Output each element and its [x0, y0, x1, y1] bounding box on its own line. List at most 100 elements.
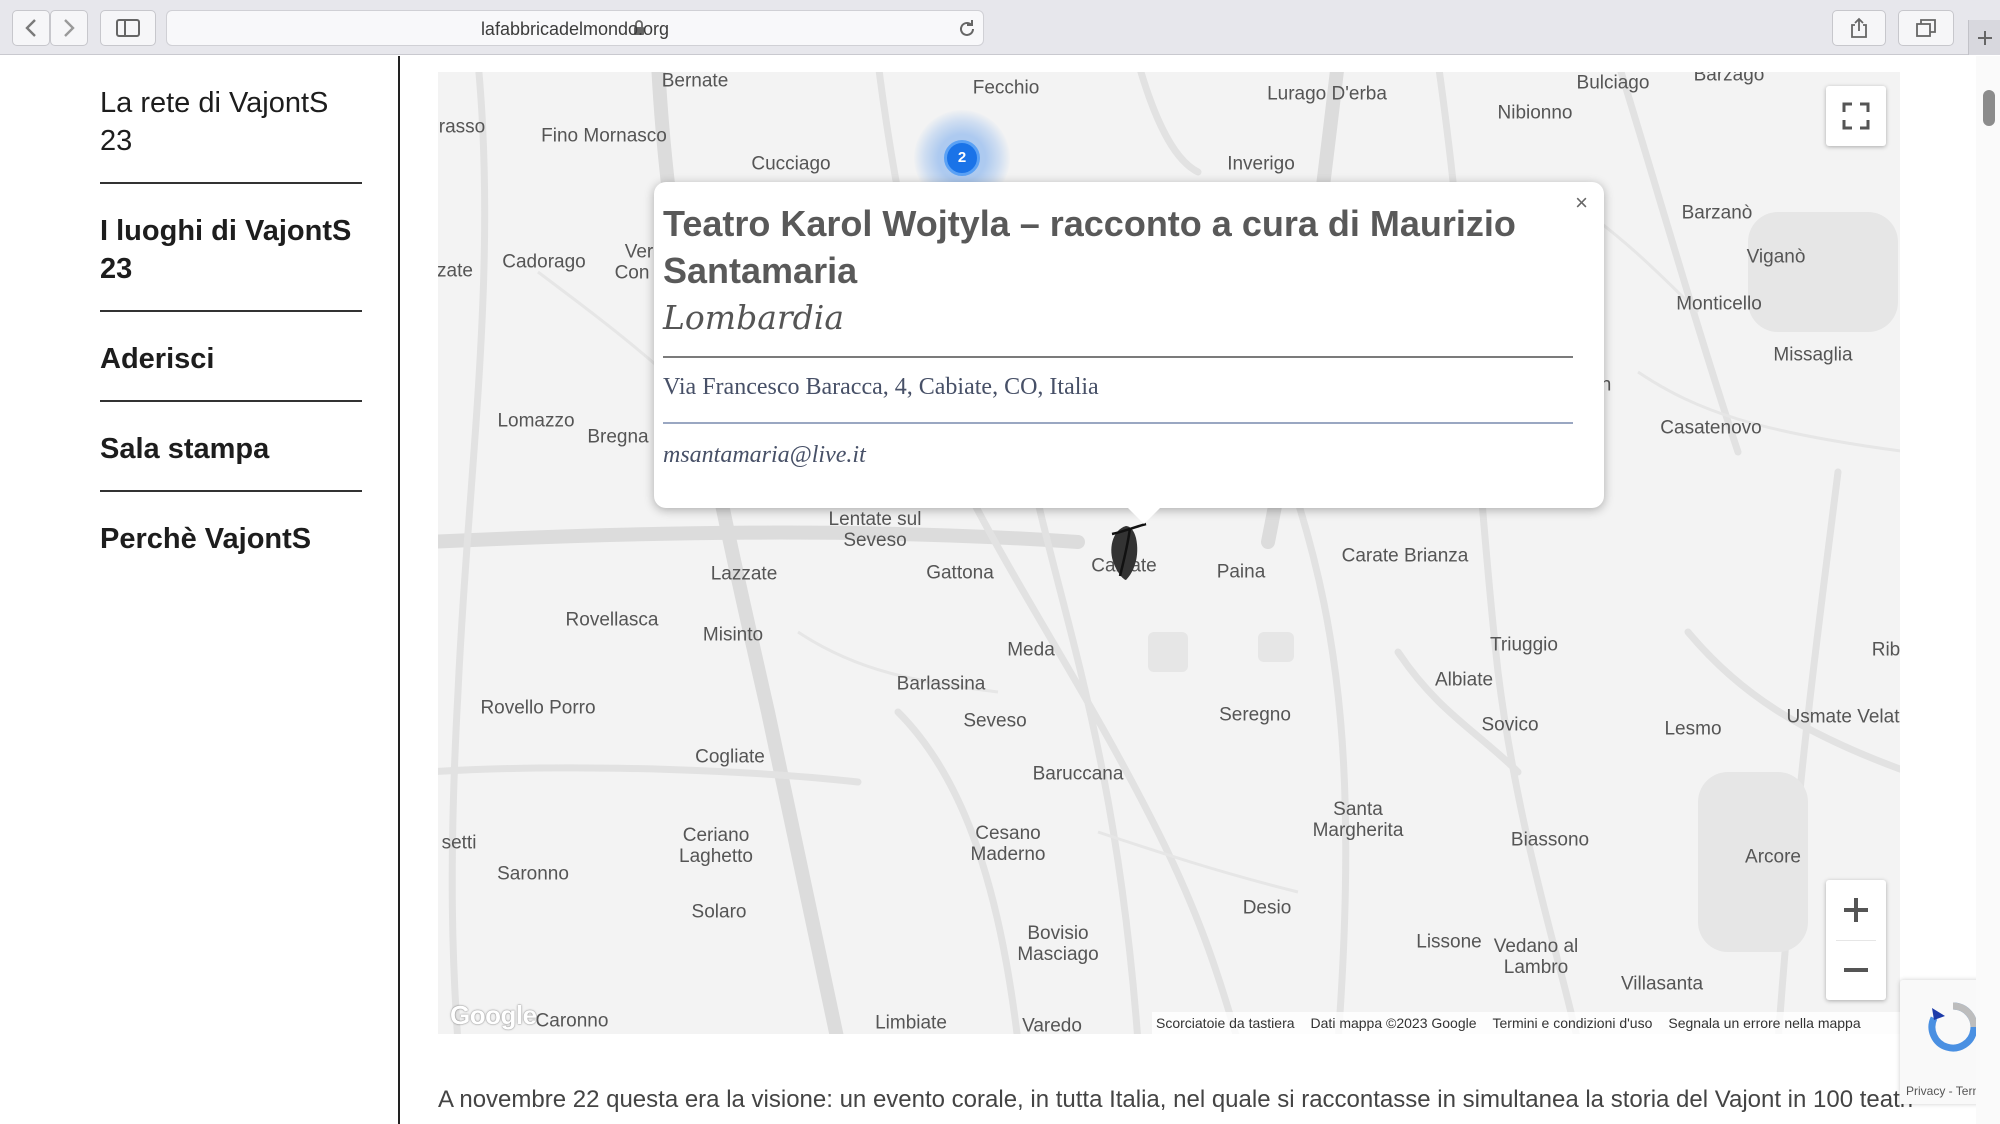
- map-place-label: Bernate: [661, 72, 729, 92]
- map-place-label: Biassono: [1510, 829, 1590, 851]
- plus-icon: [1977, 30, 1992, 45]
- page-scrollbar[interactable]: [1976, 56, 2000, 1124]
- map-place-label: Cogliate: [695, 746, 765, 768]
- map-place-label: Rovellasca: [565, 609, 659, 631]
- map-place-label: Barzanò: [1681, 202, 1753, 224]
- map-place-label: Barzago: [1693, 72, 1765, 86]
- map-place-label: Usmate Velat: [1786, 706, 1900, 728]
- map-place-label: Seveso: [963, 710, 1027, 732]
- map-place-label: Lazzate: [710, 563, 778, 585]
- back-button[interactable]: [12, 10, 50, 46]
- zoom-in-button[interactable]: [1826, 880, 1886, 940]
- map-place-label: Carate Brianza: [1341, 545, 1469, 567]
- map-place-label: Meda: [1007, 639, 1055, 661]
- sidebar-item-rete[interactable]: La rete di VajontS 23: [100, 56, 362, 184]
- sidebar-item-label: Sala stampa: [100, 433, 270, 465]
- map-place-label: Con: [614, 262, 650, 284]
- map-place-label: Nibionno: [1497, 102, 1573, 124]
- map-place-label: Lomazzo: [497, 410, 575, 432]
- sidebar-item-label: Aderisci: [100, 343, 215, 375]
- map-place-label: Cadorago: [502, 251, 586, 273]
- share-button[interactable]: [1832, 10, 1886, 46]
- sidebar-item-perche[interactable]: Perchè VajontS: [100, 492, 362, 580]
- scrollbar-thumb[interactable]: [1983, 90, 1995, 126]
- map-place-label: Viganò: [1746, 246, 1806, 268]
- map-place-label: Albiate: [1434, 669, 1494, 691]
- sidebar-item-aderisci[interactable]: Aderisci: [100, 312, 362, 402]
- sidebar-icon: [116, 19, 140, 37]
- zoom-out-button[interactable]: [1826, 940, 1886, 1000]
- plus-icon: [1844, 898, 1868, 922]
- sidebar-item-luoghi[interactable]: I luoghi di VajontS 23: [100, 184, 362, 312]
- map-place-label: setti: [441, 832, 477, 854]
- fullscreen-icon: [1842, 102, 1870, 130]
- zoom-separator: [1836, 940, 1876, 941]
- map-place-label: Inverigo: [1227, 153, 1295, 175]
- map-place-label: Vedano al Lambro: [1493, 936, 1579, 978]
- map-place-label: Monticello: [1676, 293, 1762, 315]
- sidebar-item-label: Perchè VajontS: [100, 523, 312, 555]
- map-pin-icon[interactable]: [1102, 520, 1152, 582]
- map-place-label: rasso: [438, 116, 486, 138]
- map-place-label: Villasanta: [1620, 973, 1704, 995]
- map-place-label: Lurago D'erba: [1267, 83, 1387, 105]
- info-divider: [663, 356, 1573, 358]
- address-bar[interactable]: lafabbricadelmondo.org: [166, 10, 984, 46]
- map-place-label: Lentate sul Seveso: [828, 509, 922, 551]
- map-place-label: Bovisio Masciago: [1017, 923, 1099, 965]
- map-place-label: Varedo: [1022, 1015, 1082, 1035]
- map-info-window: × Teatro Karol Wojtyla – racconto a cura…: [654, 182, 1604, 524]
- map-place-label: zate: [438, 260, 473, 282]
- address-url: lafabbricadelmondo.org: [480, 19, 670, 39]
- map-place-label: Arcore: [1745, 846, 1801, 868]
- forward-button[interactable]: [50, 10, 88, 46]
- recaptcha-links[interactable]: Privacy - Term: [1906, 1084, 1982, 1098]
- sidebar-item-label: I luoghi di VajontS 23: [100, 215, 352, 285]
- sidebar-toggle-button[interactable]: [100, 10, 156, 46]
- map-place-label: Solaro: [691, 901, 747, 923]
- tabs-icon: [1916, 19, 1936, 37]
- map-place-label: Saronno: [497, 863, 569, 885]
- venue-title: Teatro Karol Wojtyla – racconto a cura d…: [663, 203, 1516, 291]
- map-place-label: Lesmo: [1664, 718, 1722, 740]
- map-place-label: Baruccana: [1032, 763, 1124, 785]
- intro-paragraph: A novembre 22 questa era la visione: un …: [438, 1086, 1914, 1113]
- map-place-label: Cucciago: [751, 153, 831, 175]
- map-attribution: Scorciatoie da tastiera Dati mappa ©2023…: [1152, 1012, 1900, 1034]
- map-place-label: Cesano Maderno: [970, 823, 1046, 865]
- map-place-label: Bregna: [587, 426, 649, 448]
- map-place-label: Fino Mornasco: [541, 125, 667, 147]
- close-icon[interactable]: ×: [1575, 190, 1588, 216]
- fullscreen-button[interactable]: [1826, 86, 1886, 146]
- report-error-link[interactable]: Segnala un errore nella mappa: [1668, 1015, 1860, 1031]
- sidebar-nav: La rete di VajontS 23 I luoghi di Vajont…: [100, 56, 362, 580]
- keyboard-shortcuts-link[interactable]: Scorciatoie da tastiera: [1156, 1015, 1295, 1031]
- map-place-label: Seregno: [1219, 704, 1291, 726]
- map-place-label: Bulciago: [1576, 72, 1650, 94]
- recaptcha-icon: [1928, 1002, 1978, 1052]
- venue-address: Via Francesco Baracca, 4, Cabiate, CO, I…: [663, 374, 1099, 400]
- map-place-label: Missaglia: [1773, 344, 1853, 366]
- minus-icon: [1844, 968, 1868, 972]
- zoom-control: [1826, 880, 1886, 1000]
- map-place-label: Fecchio: [972, 77, 1040, 99]
- share-icon: [1851, 17, 1867, 38]
- new-tab-button[interactable]: [1968, 20, 2000, 55]
- cluster-count: 2: [944, 140, 980, 176]
- info-divider: [663, 422, 1573, 424]
- map-place-label: Caronno: [535, 1010, 609, 1032]
- sidebar-item-sala-stampa[interactable]: Sala stampa: [100, 402, 362, 492]
- terms-link[interactable]: Termini e condizioni d'uso: [1493, 1015, 1653, 1031]
- map-place-label: Santa Margherita: [1312, 799, 1404, 841]
- map-data-label: Dati mappa ©2023 Google: [1310, 1015, 1477, 1031]
- map-canvas[interactable]: Bernate Fecchio Lurago D'erba Bulciago B…: [438, 72, 1900, 1034]
- map-place-label: Rovello Porro: [480, 697, 596, 719]
- google-logo[interactable]: Google: [450, 1000, 537, 1031]
- venue-email-link[interactable]: msantamaria@live.it: [663, 442, 866, 469]
- map-place-label: Gattona: [926, 562, 994, 584]
- map-place-label: Barlassina: [896, 673, 986, 695]
- reload-icon[interactable]: [957, 19, 977, 39]
- map-place-label: Paina: [1216, 561, 1266, 583]
- map-place-label: Sovico: [1481, 714, 1539, 736]
- tabs-button[interactable]: [1898, 10, 1954, 46]
